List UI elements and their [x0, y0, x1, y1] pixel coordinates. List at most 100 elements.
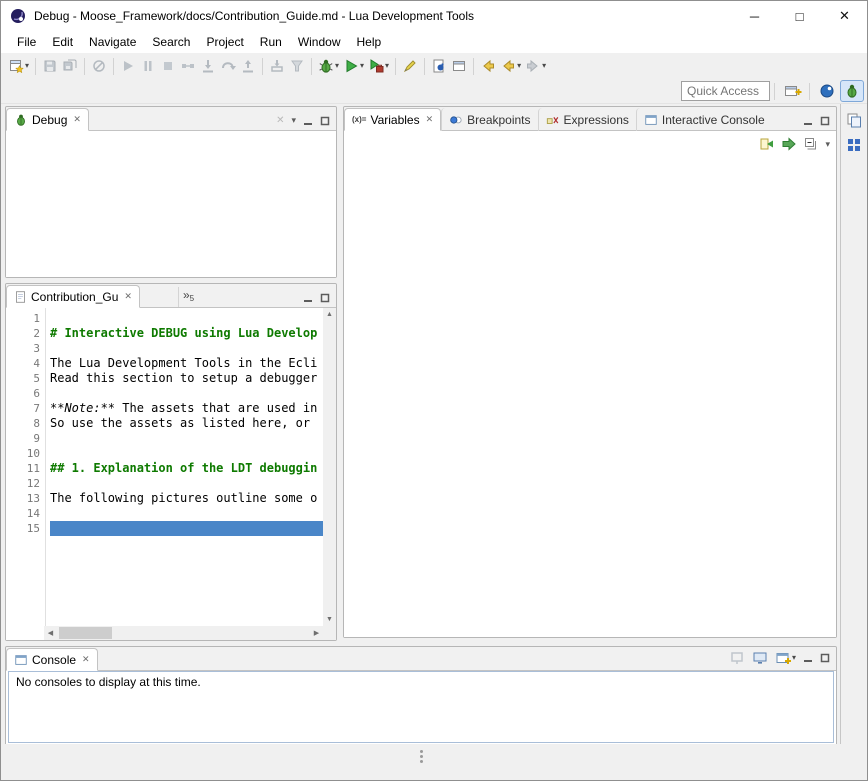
menu-window[interactable]: Window [290, 32, 349, 52]
resume-button[interactable] [118, 55, 138, 77]
window-title: Debug - Moose_Framework/docs/Contributio… [34, 9, 474, 23]
menu-navigate[interactable]: Navigate [81, 32, 144, 52]
debug-perspective-button[interactable] [840, 80, 864, 102]
code-line[interactable]: The following pictures outline some o [50, 491, 323, 506]
code-line[interactable] [50, 506, 323, 521]
open-console-button[interactable]: ▾ [775, 650, 796, 666]
scroll-up-icon[interactable]: ▲ [323, 308, 336, 321]
menu-run[interactable]: Run [252, 32, 290, 52]
show-logical-structure-button[interactable] [781, 136, 797, 152]
maximize-window-button[interactable]: □ [777, 1, 822, 31]
menu-file[interactable]: File [9, 32, 44, 52]
menu-project[interactable]: Project [198, 32, 251, 52]
back-button[interactable]: ▾ [498, 55, 523, 77]
last-edit-location-button[interactable] [478, 55, 498, 77]
tab-console[interactable]: Console ✕ [6, 648, 98, 671]
disconnect-button[interactable] [178, 55, 198, 77]
scroll-down-icon[interactable]: ▼ [323, 613, 336, 626]
debug-view-content[interactable] [6, 131, 336, 277]
code-line[interactable]: # Interactive DEBUG using Lua Develop [50, 326, 323, 341]
scroll-right-icon[interactable]: ▶ [310, 626, 323, 639]
close-tab-icon[interactable]: ✕ [426, 114, 434, 125]
menu-edit[interactable]: Edit [44, 32, 81, 52]
close-tab-icon[interactable]: ✕ [73, 114, 81, 125]
code-line[interactable]: Read this section to setup a debugger [50, 371, 323, 386]
editor-tab-contribution-guide[interactable]: Contribution_Gu ✕ [6, 285, 140, 308]
save-all-button[interactable] [60, 55, 80, 77]
code-line[interactable] [50, 446, 323, 461]
close-tab-icon[interactable]: ✕ [82, 654, 90, 665]
use-step-filters-button[interactable] [287, 55, 307, 77]
code-line[interactable] [50, 311, 323, 326]
open-perspective-button[interactable] [781, 80, 805, 102]
pin-console-button[interactable] [729, 650, 745, 666]
new-lua-file-button[interactable] [429, 55, 449, 77]
tab-debug[interactable]: Debug ✕ [6, 108, 89, 131]
terminate-button[interactable] [158, 55, 178, 77]
quick-access-input[interactable] [681, 81, 770, 101]
tab-interactive-console[interactable]: Interactive Console [636, 108, 772, 131]
variables-view-content[interactable] [344, 157, 836, 637]
console-content[interactable]: No consoles to display at this time. [8, 671, 834, 743]
show-type-names-button[interactable] [759, 136, 775, 152]
scroll-left-icon[interactable]: ◀ [44, 626, 57, 639]
step-over-button[interactable] [218, 55, 238, 77]
save-button[interactable] [40, 55, 60, 77]
tab-expressions[interactable]: Expressions [538, 108, 636, 131]
minimize-window-button[interactable]: ─ [732, 1, 777, 31]
menu-help[interactable]: Help [349, 32, 390, 52]
skip-all-breakpoints-button[interactable] [89, 55, 109, 77]
code-line[interactable]: So use the assets as listed here, or [50, 416, 323, 431]
minimize-view-button[interactable] [303, 293, 313, 303]
mark-occurrences-button[interactable] [400, 55, 420, 77]
code-line[interactable]: **Note:** The assets that are used in [50, 401, 323, 416]
restore-view-button[interactable] [846, 112, 862, 128]
maximize-view-button[interactable] [320, 116, 330, 126]
code-line[interactable]: The Lua Development Tools in the Ecli [50, 356, 323, 371]
open-element-button[interactable] [449, 55, 469, 77]
code-line[interactable] [50, 521, 323, 536]
view-menu-button[interactable]: ▾ [291, 116, 296, 125]
step-return-button[interactable] [238, 55, 258, 77]
close-tab-icon[interactable]: ✕ [124, 291, 132, 302]
sash-handle[interactable] [420, 750, 423, 753]
menu-search[interactable]: Search [144, 32, 198, 52]
maximize-view-button[interactable] [820, 116, 830, 126]
lua-perspective-button[interactable] [816, 80, 838, 102]
annotation-ruler[interactable] [6, 308, 18, 626]
code-line[interactable]: ## 1. Explanation of the LDT debuggin [50, 461, 323, 476]
code-line[interactable] [50, 476, 323, 491]
forward-button[interactable]: ▾ [523, 55, 548, 77]
maximize-view-button[interactable] [320, 293, 330, 303]
tab-breakpoints[interactable]: Breakpoints [441, 108, 537, 131]
code-line[interactable] [50, 386, 323, 401]
new-wizard-button[interactable]: ▾ [6, 55, 31, 77]
external-tools-dropdown-button[interactable]: ▾ [366, 55, 391, 77]
editor-tab-overflow-button[interactable]: » 5 [178, 287, 198, 307]
close-window-button[interactable]: ✕ [822, 1, 867, 31]
minimize-view-button[interactable] [803, 116, 813, 126]
drop-to-frame-button[interactable] [267, 55, 287, 77]
debug-dropdown-button[interactable]: ▾ [316, 55, 341, 77]
editor-horizontal-scrollbar[interactable]: ◀ ▶ [44, 626, 323, 640]
line-number-gutter[interactable]: 123456789101112131415 [18, 308, 44, 626]
horizontal-scrollbar-thumb[interactable] [59, 627, 112, 639]
maximize-view-button[interactable] [820, 653, 830, 663]
suspend-button[interactable] [138, 55, 158, 77]
remove-terminated-button[interactable]: ✕ [276, 115, 284, 126]
pin-console-icon [729, 650, 745, 666]
display-selected-console-button[interactable] [752, 650, 768, 666]
code-area[interactable]: # Interactive DEBUG using Lua Develop The… [45, 308, 323, 626]
minimize-view-button[interactable] [303, 116, 313, 126]
minimized-view-button[interactable] [846, 137, 862, 153]
code-line[interactable] [50, 431, 323, 446]
step-into-button[interactable] [198, 55, 218, 77]
code-line[interactable] [50, 341, 323, 356]
minimize-view-button[interactable] [803, 653, 813, 663]
line-number: 14 [18, 506, 40, 521]
run-dropdown-button[interactable]: ▾ [341, 55, 366, 77]
view-menu-button[interactable]: ▾ [825, 140, 830, 149]
collapse-all-button[interactable] [803, 136, 819, 152]
tab-variables[interactable]: (x)= Variables ✕ [344, 108, 441, 131]
editor-vertical-scrollbar[interactable]: ▲ ▼ [323, 308, 336, 626]
